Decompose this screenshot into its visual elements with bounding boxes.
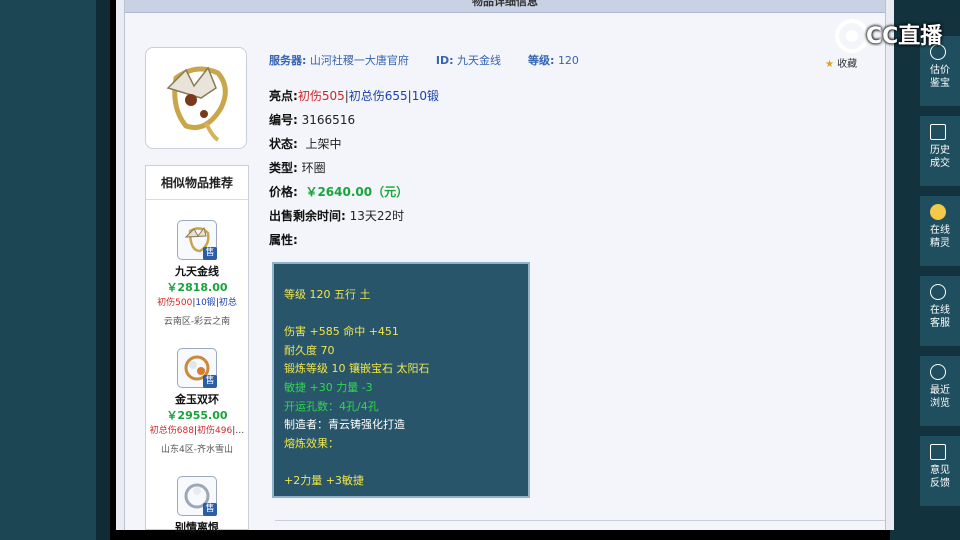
watermark-text: CC直播 <box>866 24 943 49</box>
sidebar-item-label: 在线 客服 <box>930 305 950 329</box>
similar-item-icon[interactable]: 售 <box>177 220 217 260</box>
similar-items-title: 相似物品推荐 <box>146 166 248 200</box>
attribute-line <box>284 305 528 324</box>
attribute-line: 制造者：青云铸强化打造 <box>284 418 405 432</box>
page: 物品详细信息 相似物品推荐 售 九天金线 ￥2818.00 初伤500|10锻|… <box>116 0 894 534</box>
id-label: ID: <box>435 54 454 67</box>
similar-items-panel: 相似物品推荐 售 九天金线 ￥2818.00 初伤500|10锻|初总 云南区-… <box>145 165 249 534</box>
sidebar-item-history[interactable]: 历史 成交 <box>920 116 960 186</box>
edit-icon <box>930 444 946 460</box>
similar-item-price: ￥2818.00 <box>166 281 228 294</box>
similar-item-icon[interactable]: 售 <box>177 476 217 516</box>
similar-item-icon[interactable]: 售 <box>177 348 217 388</box>
similar-item-name[interactable]: 别情离恨 <box>146 519 248 535</box>
check-icon <box>930 124 946 140</box>
sale-badge: 售 <box>203 375 217 388</box>
similar-item-server: 云南区-彩云之南 <box>163 317 231 327</box>
server-label: 服务器: <box>269 54 307 67</box>
similar-item[interactable]: 售 别情离恨 <box>146 476 248 535</box>
panel-header: 物品详细信息 <box>125 0 885 13</box>
headset-icon <box>930 284 946 300</box>
level-label: 等级: <box>528 54 555 67</box>
similar-item-price: ￥2955.00 <box>166 409 228 422</box>
id-value: 九天金线 <box>457 54 502 67</box>
clock-icon <box>930 364 946 380</box>
attribute-box: 等级 120 五行 土 伤害 +585 命中 +451 耐久度 70 锻炼等级 … <box>272 262 530 498</box>
price-row: 价格: ￥2640.00（元） <box>269 185 409 199</box>
attribute-line: 敏捷 +30 力量 -3 <box>284 380 373 394</box>
similar-item[interactable]: 售 九天金线 ￥2818.00 初伤500|10锻|初总 云南区-彩云之南 <box>146 220 248 327</box>
similar-item-tags: 初伤500|10锻|初总 <box>157 298 237 308</box>
ring-item-icon <box>166 66 228 142</box>
server-value: 山河社稷一大唐官府 <box>309 54 409 67</box>
sale-badge: 售 <box>203 247 217 260</box>
attributes-row: 属性: <box>269 233 298 247</box>
left-background <box>0 0 110 540</box>
sidebar-item-label: 意见 反馈 <box>930 465 950 489</box>
attribute-line: 伤害 +585 命中 +451 <box>284 325 399 339</box>
attribute-line: 开运孔数：4孔/4孔 <box>284 399 379 413</box>
similar-item-server: 山东4区-齐水雪山 <box>161 445 233 455</box>
attribute-line: +2力量 +3敏捷 <box>284 473 364 487</box>
status-row: 状态: 上架中 <box>269 137 342 151</box>
sidebar-item-label: 历史 成交 <box>930 145 950 169</box>
sidebar-item-feedback[interactable]: 意见 反馈 <box>920 436 960 506</box>
attribute-line: 熔炼效果： <box>284 436 339 450</box>
similar-item-tags: 初总伤688|初伤496|… <box>149 426 245 436</box>
item-image <box>145 47 247 149</box>
similar-item-name[interactable]: 九天金线 <box>146 263 248 279</box>
similar-item-name[interactable]: 金玉双环 <box>146 391 248 407</box>
divider <box>275 520 885 521</box>
attribute-line: 等级 120 五行 土 <box>284 288 371 301</box>
avatar-icon <box>930 204 946 220</box>
sidebar-item-assistant[interactable]: 在线 精灵 <box>920 196 960 266</box>
detail-panel: 物品详细信息 相似物品推荐 售 九天金线 ￥2818.00 初伤500|10锻|… <box>124 0 889 534</box>
item-info-bar: 服务器: 山河社稷一大唐官府 ID: 九天金线 等级: 120 <box>269 50 889 72</box>
attribute-line <box>284 453 528 472</box>
attribute-line: 锻炼等级 10 镶嵌宝石 太阳石 <box>284 362 430 376</box>
sidebar-item-support[interactable]: 在线 客服 <box>920 276 960 346</box>
attribute-line: 耐久度 70 <box>284 343 335 357</box>
sidebar-item-label: 在线 精灵 <box>930 225 950 249</box>
level-value: 120 <box>557 54 579 67</box>
sidebar-item-label: 估价 鉴宝 <box>930 65 950 89</box>
sale-badge: 售 <box>203 503 217 516</box>
number-row: 编号: 3166516 <box>269 113 356 127</box>
type-row: 类型: 环圈 <box>269 161 326 175</box>
time-remaining-row: 出售剩余时间: 13天22时 <box>269 209 405 223</box>
sidebar-item-label: 最近 浏览 <box>930 385 950 409</box>
watermark-logo: CC直播 <box>808 12 960 68</box>
similar-item[interactable]: 售 金玉双环 ￥2955.00 初总伤688|初伤496|… 山东4区-齐水雪山 <box>146 348 248 455</box>
highlight-row: 亮点:初伤505|初总伤655|10锻 <box>269 89 439 103</box>
sidebar-item-recent[interactable]: 最近 浏览 <box>920 356 960 426</box>
